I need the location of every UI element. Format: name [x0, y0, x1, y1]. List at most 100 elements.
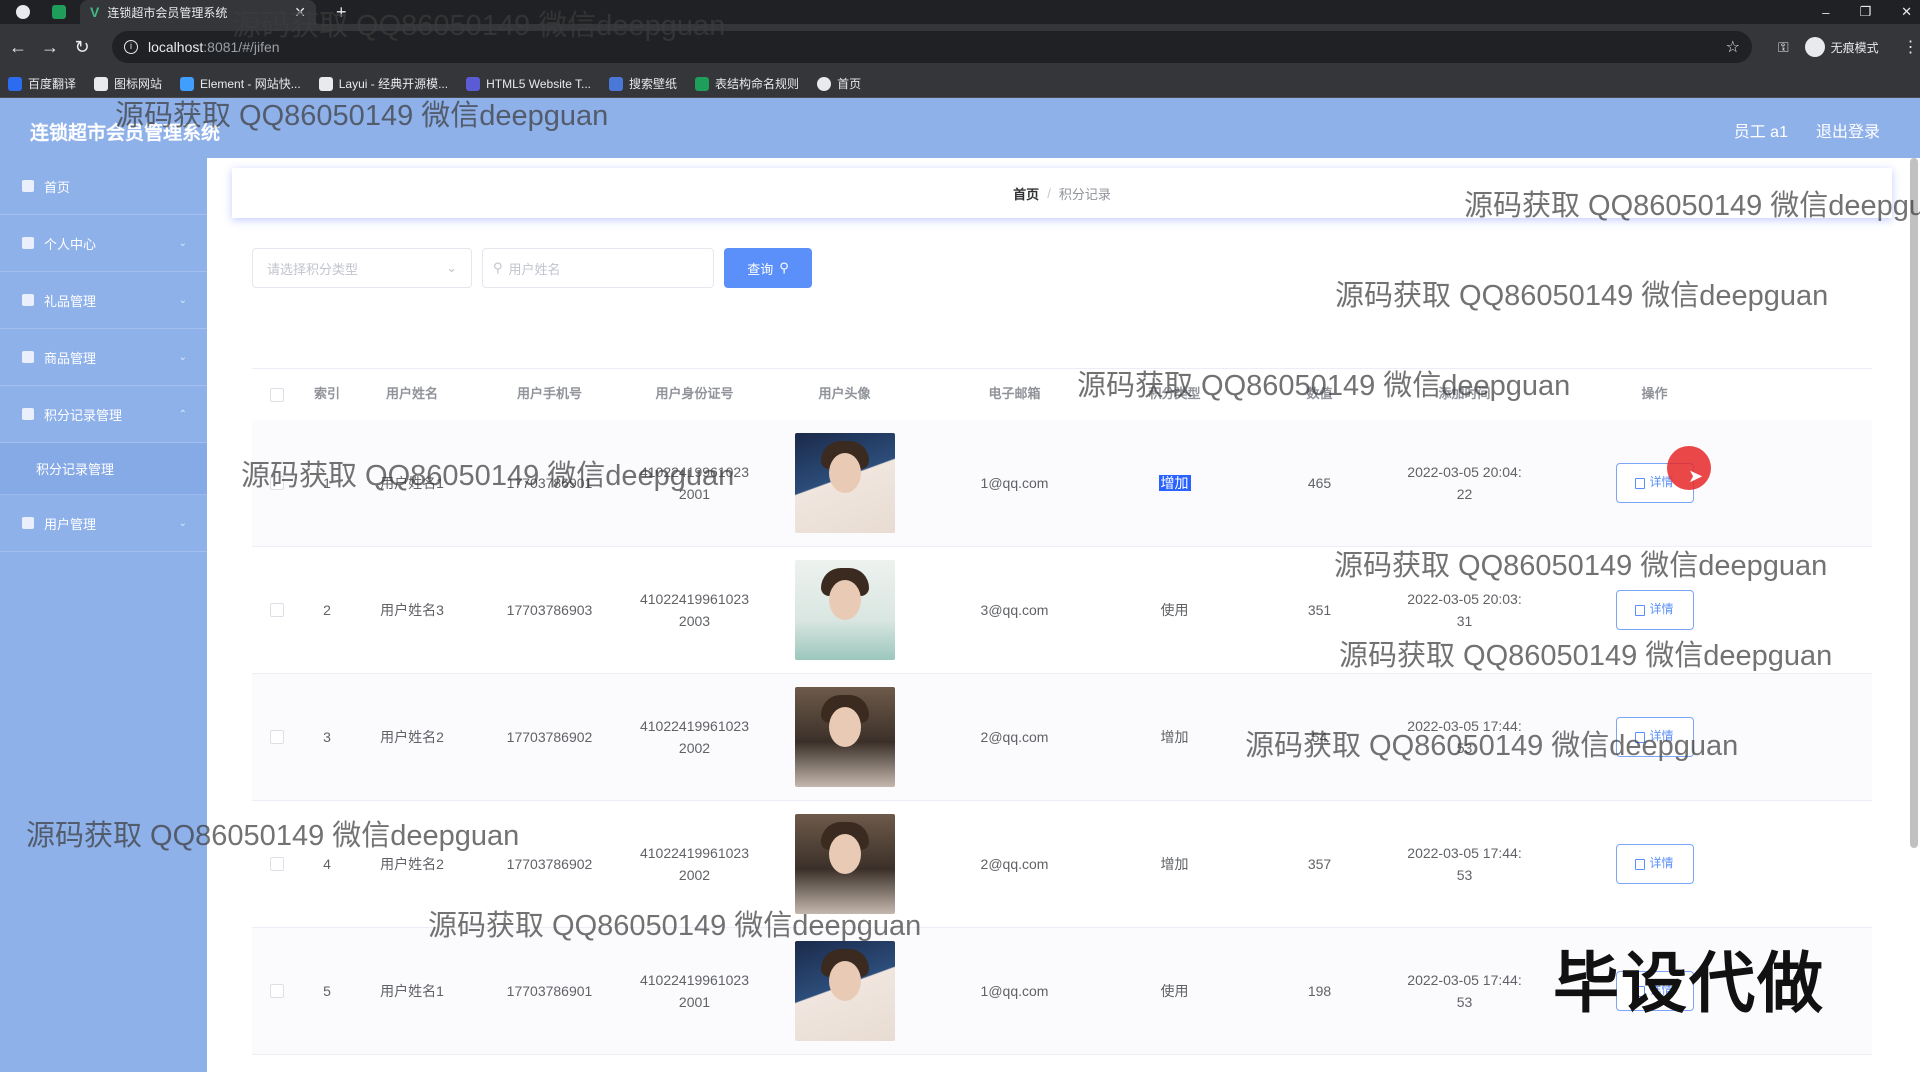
checkbox[interactable]	[270, 730, 284, 744]
cell-id-number: 41022419961023 2002	[627, 842, 762, 887]
user-name-input[interactable]: ⚲ 用户姓名	[482, 248, 714, 288]
address-bar[interactable]: i localhost:8081/#/jifen ☆	[112, 31, 1752, 63]
avatar-face	[828, 961, 861, 1001]
breadcrumb: 首页 / 积分记录	[232, 168, 1892, 218]
checkbox[interactable]	[270, 387, 284, 402]
bookmark-item[interactable]: Element - 网站快...	[180, 75, 301, 92]
browser-toolbar: ← → ↻ i localhost:8081/#/jifen ☆ ⚿ 无痕模式 …	[0, 24, 1920, 70]
incognito-label: 无痕模式	[1830, 40, 1879, 55]
page-scrollbar[interactable]	[1910, 158, 1918, 848]
detail-label: 详情	[1649, 856, 1674, 871]
document-icon	[1635, 731, 1646, 743]
time-line: 31	[1456, 613, 1473, 629]
cell-actions: 详情	[1537, 463, 1772, 503]
column-header: 电子邮箱	[988, 386, 1041, 402]
new-tab-icon[interactable]: +	[336, 2, 347, 23]
cell-points-type: 增加	[1102, 472, 1247, 494]
table-row: 4 用户姓名2 17703786902 41022419961023 2002 2@qq.…	[252, 801, 1872, 928]
document-icon	[1635, 858, 1646, 870]
bookmark-item[interactable]: 搜索壁纸	[609, 75, 677, 92]
cell-index: 2	[323, 601, 331, 618]
checkbox[interactable]	[270, 984, 284, 998]
cell-email: 1@qq.com	[980, 982, 1049, 999]
window-close-icon[interactable]: ✕	[1901, 4, 1912, 20]
pinned-tab-icon[interactable]	[52, 5, 66, 19]
detail-label: 详情	[1649, 602, 1674, 617]
cell-phone: 17703786902	[506, 855, 593, 872]
bookmark-item[interactable]: 表结构命名规则	[695, 75, 799, 92]
checkbox[interactable]	[270, 603, 284, 617]
cell-avatar	[762, 560, 927, 660]
cell-avatar	[762, 433, 927, 533]
points-type-select[interactable]: 请选择积分类型 ⌄	[252, 248, 472, 288]
chevron-up-icon: ⌃	[178, 408, 187, 420]
id-number-line: 41022419961023	[639, 971, 749, 988]
id-number-line: 2002	[678, 867, 711, 883]
sidebar-item-label: 商品管理	[44, 350, 97, 366]
column-header: 添加时间	[1438, 386, 1491, 402]
checkbox[interactable]	[270, 476, 284, 490]
checkbox[interactable]	[270, 857, 284, 871]
cursor-icon: ➤	[1688, 466, 1704, 486]
bookmark-label: 表结构命名规则	[715, 77, 800, 91]
time-line: 2022-03-05 20:04:	[1407, 463, 1522, 480]
url-host: localhost	[148, 39, 204, 55]
sidebar-item-users[interactable]: 用户管理 ⌄	[0, 495, 207, 552]
bookmark-item[interactable]: 百度翻译	[8, 75, 76, 92]
detail-button[interactable]: 详情	[1615, 717, 1694, 757]
table-row: 2 用户姓名3 17703786903 41022419961023 2003 3@qq.…	[252, 547, 1872, 674]
sidebar-item-gifts[interactable]: 礼品管理 ⌄	[0, 272, 207, 329]
query-label: 查询	[747, 261, 774, 277]
sidebar-item-home[interactable]: 首页	[0, 158, 207, 215]
document-icon	[1635, 604, 1646, 616]
key-icon[interactable]: ⚿	[1778, 39, 1789, 56]
sidebar-item-profile[interactable]: 个人中心 ⌄	[0, 215, 207, 272]
points-type-text: 使用	[1160, 982, 1189, 999]
app-header: 连锁超市会员管理系统 员工 a1 退出登录	[0, 98, 1920, 158]
input-placeholder: 用户姓名	[508, 261, 561, 277]
restore-icon[interactable]: ❐	[1859, 4, 1871, 20]
cell-value: 351	[1307, 601, 1332, 618]
table-header: 索引 用户姓名 用户手机号 用户身份证号 用户头像 电子邮箱 积分类型 数值 添…	[252, 368, 1872, 420]
bookmark-label: Element - 网站快...	[200, 77, 301, 91]
time-line: 53	[1456, 994, 1473, 1010]
points-type-text: 使用	[1160, 601, 1189, 618]
star-icon[interactable]: ☆	[1726, 37, 1740, 57]
back-icon[interactable]: ←	[2, 37, 34, 58]
sidebar-item-points[interactable]: 积分记录管理 ⌃	[0, 386, 207, 443]
cell-avatar	[762, 687, 927, 787]
incognito-indicator[interactable]: 无痕模式	[1804, 37, 1879, 57]
reload-icon[interactable]: ↻	[66, 37, 98, 58]
cell-phone: 17703786903	[506, 601, 593, 618]
detail-button[interactable]: 详情	[1615, 844, 1694, 884]
logout-link[interactable]: 退出登录	[1816, 118, 1880, 142]
info-icon[interactable]: i	[124, 40, 138, 54]
bookmark-label: 搜索壁纸	[629, 77, 678, 91]
avatar	[794, 433, 895, 533]
cell-user-name: 用户姓名1	[380, 474, 444, 491]
id-number-line: 2003	[678, 613, 711, 629]
cell-index: 1	[323, 474, 331, 491]
sidebar-subitem-points-records[interactable]: 积分记录管理	[0, 443, 207, 495]
browser-tab-active[interactable]: V 连锁超市会员管理系统 ✕	[80, 0, 316, 24]
bookmark-item[interactable]: HTML5 Website T...	[466, 76, 591, 91]
select-all-checkbox[interactable]	[252, 387, 302, 402]
bookmark-item[interactable]: 首页	[817, 75, 861, 92]
sidebar-item-products[interactable]: 商品管理 ⌄	[0, 329, 207, 386]
cell-added-time: 2022-03-05 20:04: 22	[1392, 461, 1537, 506]
more-icon[interactable]: ⋮	[1903, 37, 1919, 57]
bookmark-label: 图标网站	[114, 77, 163, 91]
detail-button[interactable]: 详情	[1615, 590, 1694, 630]
column-header: 数值	[1306, 386, 1333, 402]
forward-icon[interactable]: →	[34, 37, 66, 58]
query-button[interactable]: 查询 ⚲	[724, 248, 812, 288]
breadcrumb-home[interactable]: 首页	[1013, 184, 1039, 203]
minimize-icon[interactable]: –	[1822, 5, 1829, 20]
cell-id-number: 41022419961023 2003	[627, 588, 762, 633]
close-icon[interactable]: ✕	[294, 4, 306, 21]
bookmark-label: Layui - 经典开源模...	[338, 77, 449, 91]
bookmark-icon	[817, 76, 832, 91]
cell-email: 1@qq.com	[980, 474, 1049, 491]
bookmark-item[interactable]: Layui - 经典开源模...	[318, 75, 449, 92]
bookmark-item[interactable]: 图标网站	[94, 75, 162, 92]
